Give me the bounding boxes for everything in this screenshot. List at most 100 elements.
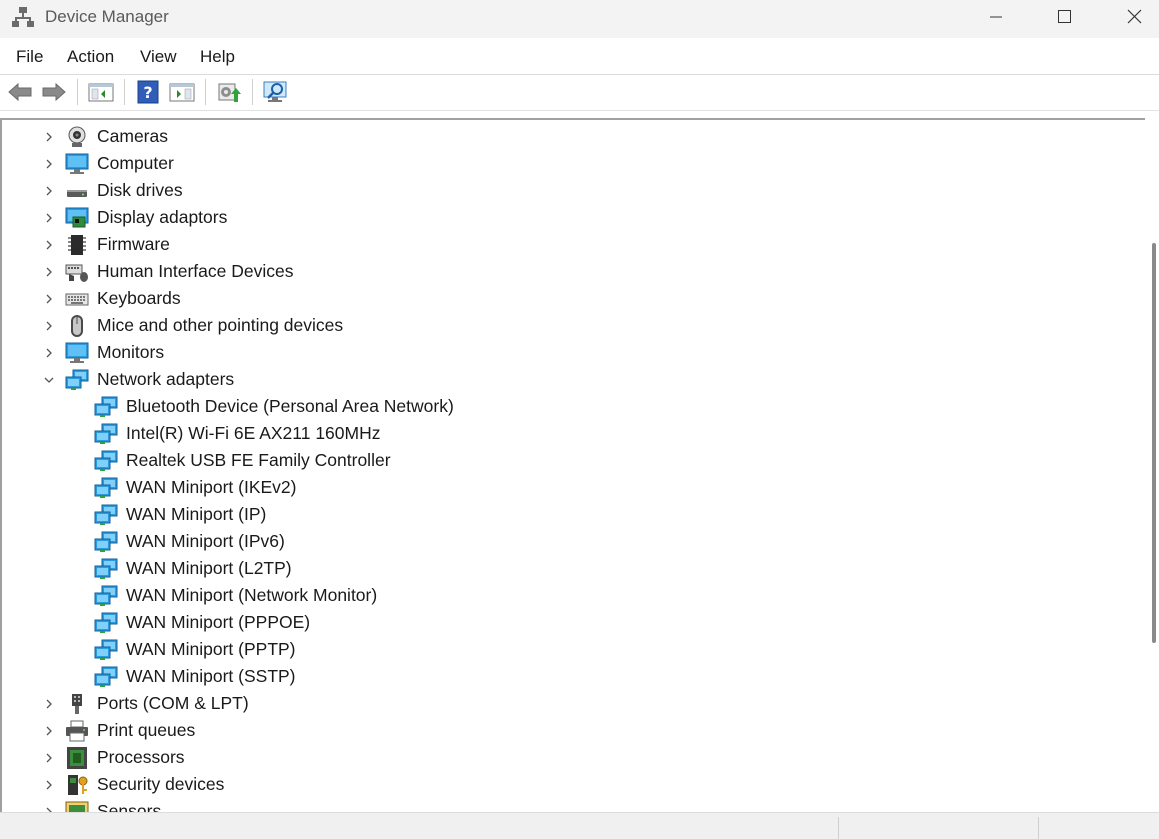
update-driver-button[interactable] <box>215 78 243 106</box>
chevron-right-icon <box>46 267 52 276</box>
tree-item-label: Bluetooth Device (Personal Area Network) <box>126 396 454 416</box>
tree-item-label: Cameras <box>97 126 168 146</box>
scan-hardware-button[interactable] <box>262 78 290 106</box>
minimize-button[interactable] <box>973 0 1019 34</box>
menu-view[interactable]: View <box>140 47 177 67</box>
processor-icon <box>67 746 87 769</box>
network-adapter-icon <box>94 477 118 498</box>
tree-item-keyboards[interactable]: Keyboards <box>2 285 1142 312</box>
menu-action[interactable]: Action <box>67 47 114 67</box>
tree-item-disk-drives[interactable]: Disk drives <box>2 177 1142 204</box>
chevron-right-icon <box>46 321 52 330</box>
network-adapter-item[interactable]: Realtek USB FE Family Controller <box>2 447 1142 474</box>
tree-item-network-adapters[interactable]: Network adapters <box>2 366 1142 393</box>
chevron-right-icon <box>46 159 52 168</box>
network-adapter-icon <box>65 369 89 390</box>
menu-bar: File Action View Help <box>0 38 1159 75</box>
tree-item-computer[interactable]: Computer <box>2 150 1142 177</box>
chevron-right-icon <box>46 699 52 708</box>
network-adapter-icon <box>94 666 118 687</box>
tree-item-label: WAN Miniport (SSTP) <box>126 666 296 686</box>
chevron-right-icon <box>46 186 52 195</box>
network-adapter-item[interactable]: WAN Miniport (IPv6) <box>2 528 1142 555</box>
chevron-right-icon <box>46 294 52 303</box>
help-button[interactable]: ? <box>134 78 162 106</box>
tree-item-monitors[interactable]: Monitors <box>2 339 1142 366</box>
tree-item-label: Mice and other pointing devices <box>97 315 344 335</box>
network-adapter-icon <box>94 450 118 471</box>
display-adapter-icon <box>65 207 89 227</box>
scan-hardware-icon <box>263 81 287 102</box>
disk-drive-icon <box>67 189 87 197</box>
tree-item-label: WAN Miniport (L2TP) <box>126 558 292 578</box>
tree-item-processors[interactable]: Processors <box>2 744 1142 771</box>
tree-item-label: Disk drives <box>97 180 183 200</box>
tree-item-label: WAN Miniport (IKEv2) <box>126 477 297 497</box>
port-icon <box>72 693 82 714</box>
network-adapter-icon <box>94 531 118 552</box>
tree-item-label: Print queues <box>97 720 196 740</box>
tree-item-mice[interactable]: Mice and other pointing devices <box>2 312 1142 339</box>
status-bar <box>0 812 1159 839</box>
tree-item-print-queues[interactable]: Print queues <box>2 717 1142 744</box>
chevron-right-icon <box>46 213 52 222</box>
tree-item-cameras[interactable]: Cameras <box>2 123 1142 150</box>
tree-item-security-devices[interactable]: Security devices <box>2 771 1142 798</box>
tree-item-label: WAN Miniport (IP) <box>126 504 267 524</box>
show-hide-console-tree-button[interactable] <box>87 78 115 106</box>
network-adapter-item[interactable]: Bluetooth Device (Personal Area Network) <box>2 393 1142 420</box>
tree-item-label: Human Interface Devices <box>97 261 294 281</box>
tree-item-label: WAN Miniport (IPv6) <box>126 531 285 551</box>
tree-item-firmware[interactable]: Firmware <box>2 231 1142 258</box>
forward-button[interactable] <box>40 78 68 106</box>
network-adapter-item[interactable]: WAN Miniport (IKEv2) <box>2 474 1142 501</box>
back-button[interactable] <box>6 78 34 106</box>
tree-item-label: Monitors <box>97 342 165 362</box>
window-title: Device Manager <box>45 7 169 26</box>
show-hide-console-tree-icon <box>88 83 114 102</box>
scrollbar-thumb[interactable] <box>1152 243 1156 643</box>
tree-item-label: Firmware <box>97 234 170 254</box>
keyboard-icon <box>65 293 89 305</box>
chevron-right-icon <box>46 780 52 789</box>
tree-item-label: Realtek USB FE Family Controller <box>126 450 391 470</box>
close-button[interactable] <box>1111 0 1157 34</box>
network-adapter-item[interactable]: WAN Miniport (Network Monitor) <box>2 582 1142 609</box>
minimize-icon <box>990 16 1002 18</box>
menu-help[interactable]: Help <box>200 47 235 67</box>
network-adapter-item[interactable]: WAN Miniport (PPPOE) <box>2 609 1142 636</box>
network-adapter-icon <box>94 423 118 444</box>
security-device-icon <box>68 774 88 795</box>
hid-icon <box>65 264 88 282</box>
chevron-right-icon <box>46 753 52 762</box>
device-tree[interactable]: Cameras Computer Disk drives Display ada… <box>0 118 1147 814</box>
properties-pane-button[interactable] <box>168 78 196 106</box>
tree-item-label: Processors <box>97 747 185 767</box>
chevron-right-icon <box>46 348 52 357</box>
svg-text:?: ? <box>143 83 152 102</box>
maximize-button[interactable] <box>1041 0 1087 34</box>
network-adapter-item[interactable]: WAN Miniport (IP) <box>2 501 1142 528</box>
printer-icon <box>66 720 88 741</box>
back-arrow-icon <box>8 82 32 102</box>
help-icon: ? <box>137 80 159 104</box>
properties-pane-icon <box>169 83 195 102</box>
tree-item-ports[interactable]: Ports (COM & LPT) <box>2 690 1142 717</box>
network-adapter-item[interactable]: WAN Miniport (PPTP) <box>2 636 1142 663</box>
network-adapter-item[interactable]: WAN Miniport (L2TP) <box>2 555 1142 582</box>
maximize-icon <box>1058 10 1071 23</box>
chevron-right-icon <box>46 132 52 141</box>
network-adapter-item[interactable]: Intel(R) Wi-Fi 6E AX211 160MHz <box>2 420 1142 447</box>
network-adapter-icon <box>94 504 118 525</box>
menu-file[interactable]: File <box>16 47 43 67</box>
update-driver-icon <box>218 83 241 102</box>
network-adapter-item[interactable]: WAN Miniport (SSTP) <box>2 663 1142 690</box>
tree-item-human-interface-devices[interactable]: Human Interface Devices <box>2 258 1142 285</box>
close-icon <box>1127 9 1142 24</box>
forward-arrow-icon <box>42 82 66 102</box>
tree-item-display-adaptors[interactable]: Display adaptors <box>2 204 1142 231</box>
tree-item-label: Computer <box>97 153 174 173</box>
camera-icon <box>68 126 86 147</box>
mouse-icon <box>71 314 83 337</box>
tree-item-label: Network adapters <box>97 369 235 389</box>
